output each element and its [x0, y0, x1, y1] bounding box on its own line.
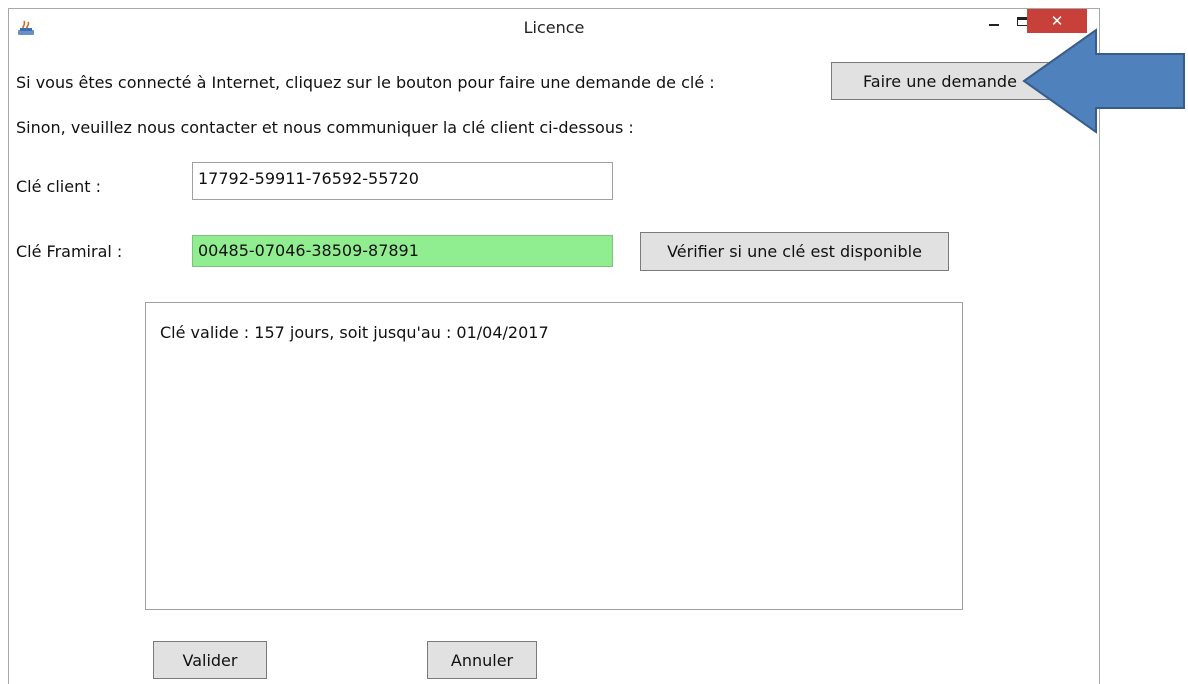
framiral-key-label: Clé Framiral : — [16, 242, 123, 261]
request-key-button[interactable]: Faire une demande — [831, 62, 1049, 100]
licence-window: Licence ✕ Si vous êtes connecté à Intern… — [8, 8, 1100, 684]
client-key-label: Clé client : — [16, 177, 101, 196]
online-instruction: Si vous êtes connecté à Internet, clique… — [16, 73, 715, 92]
result-message: Clé valide : 157 jours, soit jusqu'au : … — [160, 323, 549, 342]
maximize-icon — [1016, 16, 1028, 26]
framiral-key-field[interactable]: 00485-07046-38509-87891 — [192, 235, 613, 267]
window-title: Licence — [523, 18, 585, 37]
offline-instruction: Sinon, veuillez nous contacter et nous c… — [16, 118, 634, 137]
check-key-button[interactable]: Vérifier si une clé est disponible — [640, 232, 949, 271]
validate-button[interactable]: Valider — [153, 641, 267, 679]
client-key-field[interactable]: 17792-59911-76592-55720 — [192, 162, 613, 200]
cancel-button[interactable]: Annuler — [427, 641, 537, 679]
result-panel: Clé valide : 157 jours, soit jusqu'au : … — [145, 302, 963, 610]
title-bar[interactable]: Licence ✕ — [9, 9, 1099, 47]
blue-arrow-left-icon — [1022, 28, 1185, 134]
minimize-icon — [989, 24, 999, 26]
